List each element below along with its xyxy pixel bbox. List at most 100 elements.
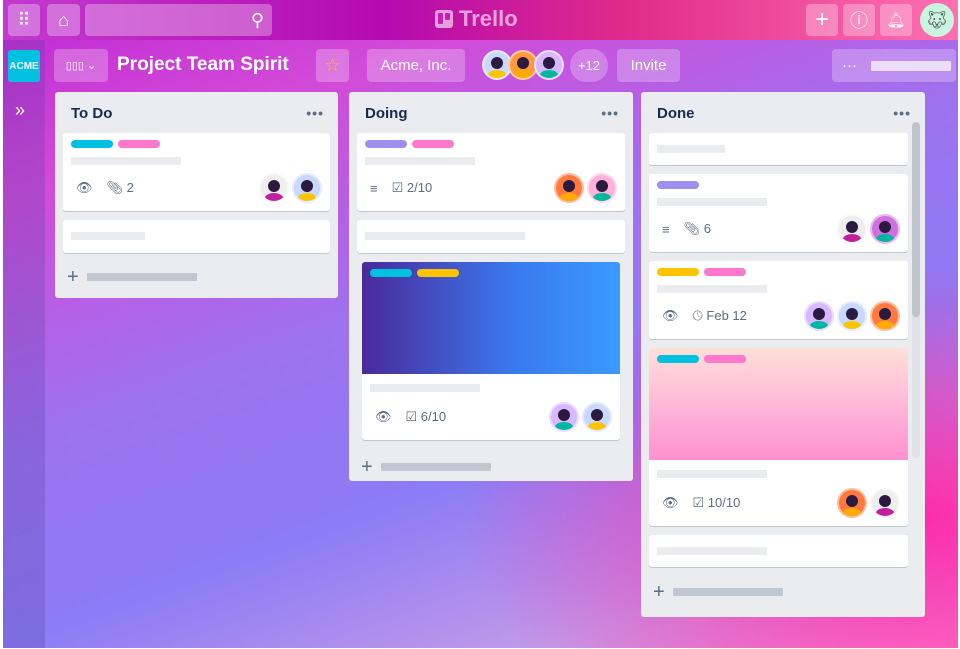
add-card-placeholder [380,463,491,471]
list-title[interactable]: Done [657,105,695,122]
top-bar: ⠿ ⌂ ⚲ Trello + ⓘ 🔔︎ 🐺︎ [3,0,958,40]
list-scrollbar[interactable] [912,122,920,458]
board-view-switcher[interactable]: ▯▯▯ ⌄ [54,49,108,82]
list-menu-icon[interactable]: ••• [601,105,619,121]
add-card-button[interactable]: + [357,452,625,482]
chevrons-right-icon[interactable]: » [15,100,25,121]
card-title-placeholder [657,285,767,293]
member-avatar [259,173,289,203]
more-members-badge[interactable]: +12 [570,49,608,82]
member-avatar [587,173,617,203]
due-date-badge: 🕓︎ Feb 12 [692,308,747,323]
card[interactable]: ≡ 📎︎ 6 [649,174,908,252]
checklist-badge: ☑ 2/10 [391,180,433,195]
member-avatar [837,488,867,518]
apps-grid-icon[interactable]: ⠿ [8,4,40,36]
card-title-placeholder [370,384,480,392]
list-title[interactable]: Doing [365,105,408,122]
menu-placeholder [871,60,951,71]
card[interactable]: ≡ ☑ 2/10 [357,133,625,211]
plus-icon: + [361,455,373,478]
board-title[interactable]: Project Team Spirit [117,54,289,76]
member-avatar[interactable] [534,50,564,80]
list-menu-icon[interactable]: ••• [893,105,911,121]
info-icon[interactable]: ⓘ [843,4,875,36]
member-avatar [870,301,900,331]
card-title-placeholder [657,470,767,478]
user-avatar[interactable]: 🐺︎ [920,3,954,37]
member-avatar [549,402,579,432]
home-icon[interactable]: ⌂ [47,4,80,36]
trello-mark-icon [435,10,453,28]
add-card-button[interactable]: + [649,577,908,607]
description-icon: ≡ [662,221,670,237]
eye-icon: 👁︎ [76,180,93,195]
eye-icon: 👁︎ [375,409,392,424]
member-avatar [870,488,900,518]
card[interactable] [649,133,908,165]
member-avatar [837,214,867,244]
eye-icon: 👁︎ [662,308,679,323]
member-avatar [870,214,900,244]
card[interactable] [649,535,908,567]
card-with-cover[interactable]: 👁︎ ☑ 10/10 [649,348,908,526]
card-title-placeholder [71,157,181,165]
label-yellow [657,268,699,276]
member-avatar [292,173,322,203]
label-cyan [71,140,113,148]
trello-logo[interactable]: Trello [435,6,518,32]
search-icon: ⚲ [250,9,264,30]
create-plus-icon[interactable]: + [806,4,838,36]
label-cyan [370,269,412,277]
label-purple [657,181,699,189]
card-title-placeholder [657,198,767,206]
label-yellow [417,269,459,277]
description-icon: ≡ [370,180,378,196]
plus-icon: + [653,580,665,603]
add-card-placeholder [86,273,197,281]
member-avatar [582,402,612,432]
menu-dots-icon: ··· [842,57,857,74]
card[interactable] [63,220,330,253]
invite-button[interactable]: Invite [617,49,680,82]
checklist-badge: ☑ 6/10 [405,409,447,424]
workspace-button[interactable]: Acme, Inc. [367,49,465,82]
card-title-placeholder [71,232,145,240]
card[interactable] [357,220,625,253]
card-title-placeholder [657,145,725,153]
attachment-badge: 📎︎ 2 [106,180,134,195]
card[interactable]: 👁︎ 📎︎ 2 [63,133,330,211]
card-cover [362,262,620,374]
card-title-placeholder [657,547,767,555]
list-doing: Doing ••• ≡ ☑ 2/10 👁︎ ☑ 6/10 + [349,92,633,481]
left-sidebar: ACME » [3,40,45,648]
attachment-badge: 📎︎ 6 [683,221,711,236]
search-input[interactable]: ⚲ [85,4,272,36]
list-to-do: To Do ••• 👁︎ 📎︎ 2 + [55,92,338,298]
list-menu-icon[interactable]: ••• [306,105,324,121]
star-icon[interactable]: ☆ [316,49,349,82]
bell-icon[interactable]: 🔔︎ [880,4,912,36]
card[interactable]: 👁︎ 🕓︎ Feb 12 [649,261,908,339]
logo-text: Trello [459,6,518,31]
card-with-cover[interactable]: 👁︎ ☑ 6/10 [362,262,620,440]
board-members [482,50,564,80]
workspace-logo[interactable]: ACME [8,50,40,82]
label-purple [365,140,407,148]
label-pink [412,140,454,148]
member-avatar [554,173,584,203]
plus-icon: + [67,265,79,288]
member-avatar [804,301,834,331]
label-cyan [657,355,699,363]
label-pink [704,355,746,363]
card-title-placeholder [365,157,475,165]
show-menu-button[interactable]: ··· [832,49,956,82]
list-title[interactable]: To Do [71,105,112,122]
checklist-badge: ☑ 10/10 [692,495,741,510]
eye-icon: 👁︎ [662,495,679,510]
list-done: Done ••• ≡ 📎︎ 6 👁︎ 🕓︎ Feb 12 👁︎ ☑ 10/10 + [641,92,925,617]
label-pink [704,268,746,276]
add-card-button[interactable]: + [63,262,330,292]
add-card-placeholder [672,588,783,596]
label-pink [118,140,160,148]
